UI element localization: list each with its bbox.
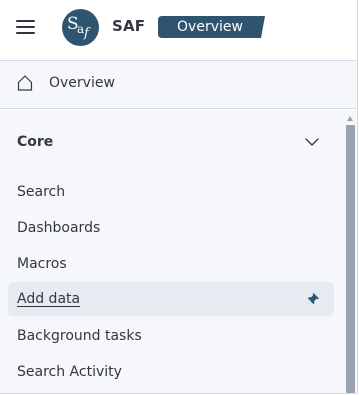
nav-group-title: Core — [17, 134, 54, 150]
pin-icon[interactable] — [306, 292, 320, 306]
nav-item-label: Search — [17, 184, 66, 200]
nav-item-label: Background tasks — [17, 328, 142, 344]
home-icon — [17, 75, 33, 91]
nav-item-label: Add data — [17, 291, 81, 307]
nav-item-search[interactable]: Search — [8, 175, 334, 209]
app-frame: S a f SAF Overview Overview Core Search … — [0, 0, 358, 394]
hamburger-menu-button[interactable] — [10, 12, 42, 42]
chevron-down-icon — [305, 138, 319, 146]
saf-logo[interactable]: S a f — [62, 9, 99, 46]
nav-item-label: Macros — [17, 256, 67, 272]
overview-label: Overview — [49, 75, 115, 91]
breadcrumb-overview[interactable]: Overview — [158, 16, 262, 38]
side-nav: Core Search Dashboards Macros Add data B… — [0, 110, 357, 393]
nav-item-add-data[interactable]: Add data — [8, 282, 334, 316]
nav-item-label: Dashboards — [17, 220, 101, 236]
nav-item-search-activity[interactable]: Search Activity — [8, 355, 334, 389]
nav-item-label: Search Activity — [17, 364, 122, 380]
hamburger-menu-icon — [16, 20, 35, 34]
scrollbar-thumb[interactable] — [346, 125, 355, 393]
nav-item-background-tasks[interactable]: Background tasks — [8, 319, 334, 353]
nav-item-macros[interactable]: Macros — [8, 247, 334, 281]
scroll-up-icon[interactable] — [347, 116, 353, 121]
breadcrumb[interactable]: Overview — [158, 16, 266, 38]
overview-link[interactable]: Overview — [0, 60, 357, 109]
app-name[interactable]: SAF — [112, 17, 145, 35]
nav-item-dashboards[interactable]: Dashboards — [8, 211, 334, 245]
nav-group-core[interactable]: Core — [0, 124, 340, 160]
nav-scrollbar[interactable] — [343, 112, 357, 393]
top-header: S a f SAF Overview — [0, 0, 357, 54]
